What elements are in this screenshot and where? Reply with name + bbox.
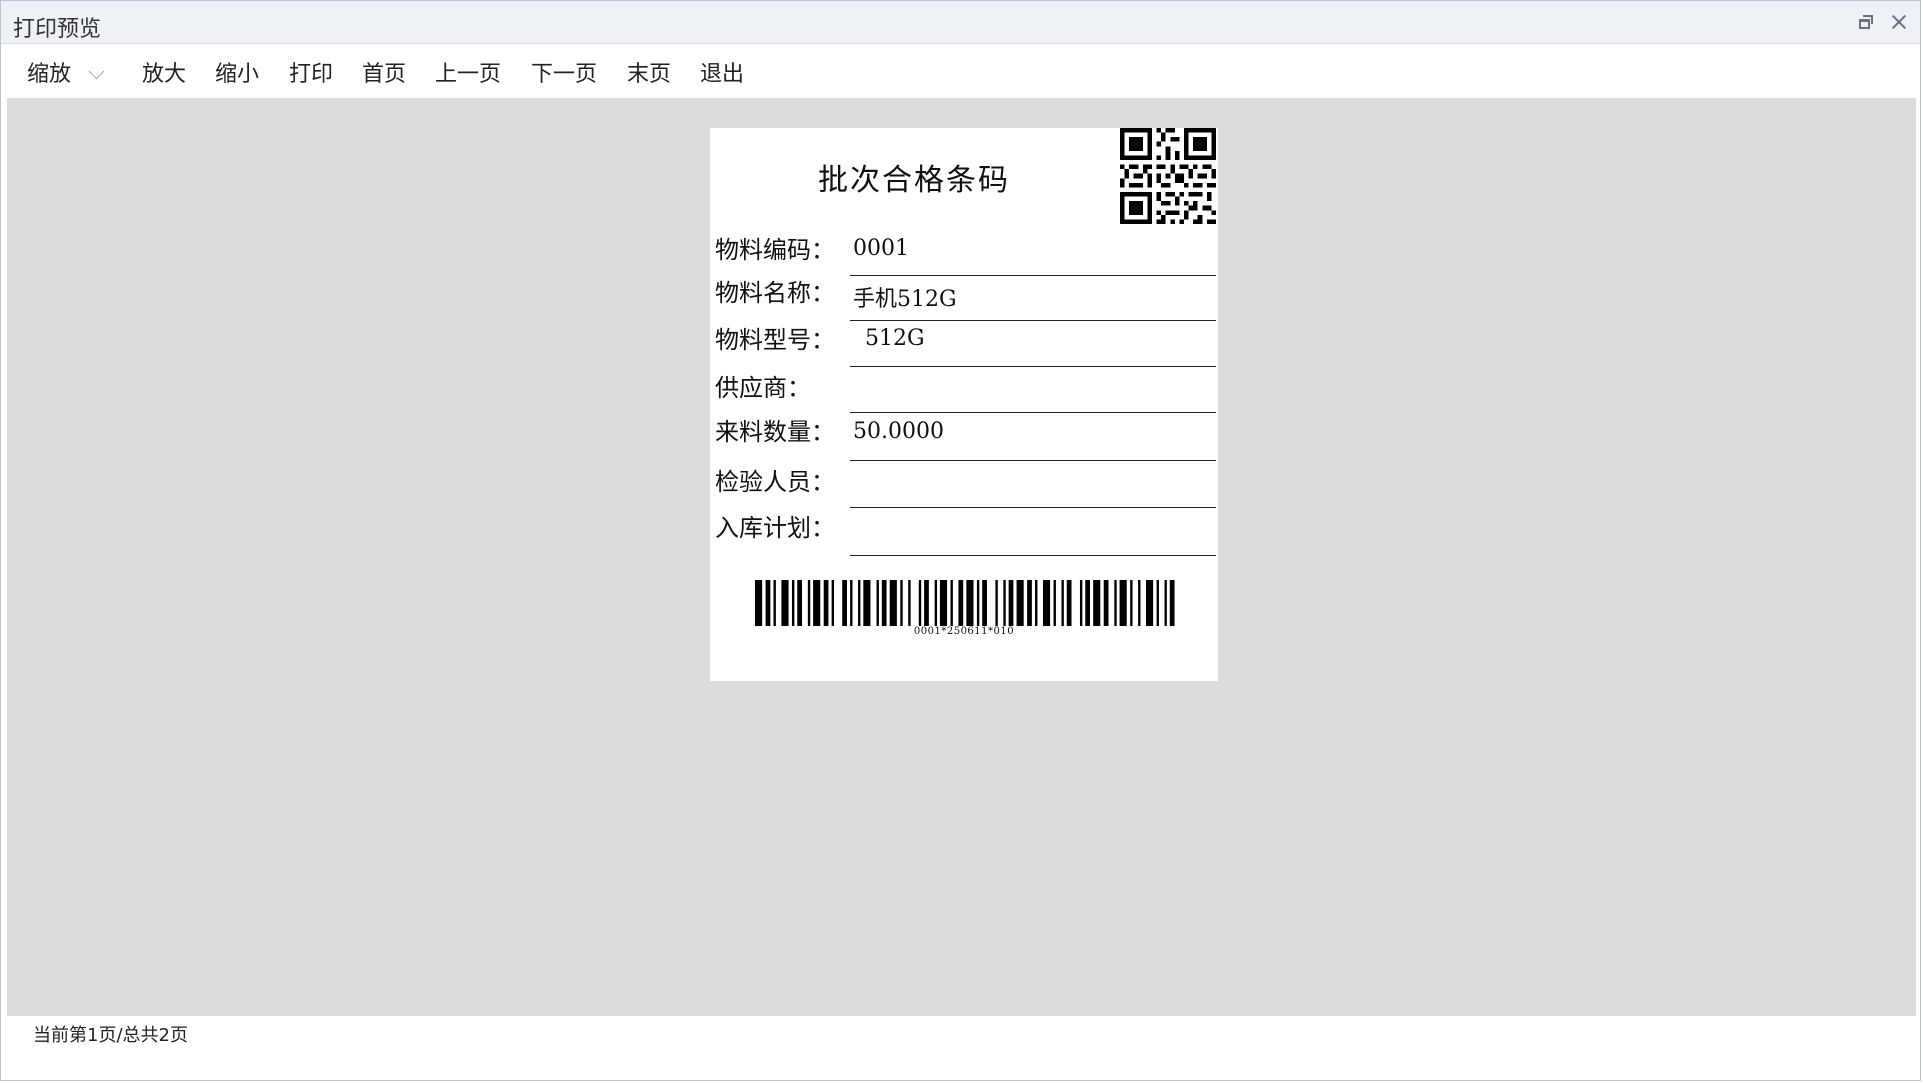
label-page: 批次合格条码 物料编码： 0001 物料名称： 手机512G 物料型号： 512… bbox=[710, 128, 1218, 681]
qr-code bbox=[1120, 128, 1216, 224]
zoom-label: 缩放 bbox=[27, 62, 72, 87]
label-title: 批次合格条码 bbox=[818, 163, 1010, 198]
zoom-out-button[interactable]: 缩小 bbox=[215, 56, 259, 88]
print-button[interactable]: 打印 bbox=[289, 56, 333, 88]
window-title: 打印预览 bbox=[13, 17, 102, 42]
title-bar: 打印预览 bbox=[1, 1, 1920, 44]
first-page-button[interactable]: 首页 bbox=[362, 56, 406, 88]
prev-page-button[interactable]: 上一页 bbox=[435, 56, 501, 88]
chevron-down-icon[interactable] bbox=[88, 63, 105, 80]
field-value-incoming-quantity: 50.0000 bbox=[853, 419, 944, 444]
field-label-material-model: 物料型号： bbox=[715, 326, 835, 354]
barcode-text: 0001*250611*010 bbox=[913, 626, 1015, 637]
field-underline bbox=[850, 507, 1216, 508]
field-underline bbox=[850, 320, 1216, 321]
window-controls bbox=[1849, 11, 1910, 35]
field-label-incoming-quantity: 来料数量： bbox=[715, 418, 835, 446]
restore-icon[interactable] bbox=[1855, 11, 1877, 33]
last-page-button[interactable]: 末页 bbox=[627, 56, 671, 88]
print-preview-window: 打印预览 缩放 放大 缩小 打印 首页 上一页 下一页 末页 退出 批次合格条码 bbox=[0, 0, 1921, 1081]
exit-button[interactable]: 退出 bbox=[700, 56, 744, 88]
field-underline bbox=[850, 555, 1216, 556]
field-label-storage-plan: 入库计划： bbox=[715, 514, 835, 542]
field-underline bbox=[850, 366, 1216, 367]
field-label-material-name: 物料名称： bbox=[715, 279, 835, 307]
next-page-button[interactable]: 下一页 bbox=[531, 56, 597, 88]
field-underline bbox=[850, 275, 1216, 276]
zoom-select[interactable]: 缩放 bbox=[27, 56, 105, 88]
field-underline bbox=[850, 412, 1216, 413]
toolbar: 缩放 放大 缩小 打印 首页 上一页 下一页 末页 退出 bbox=[1, 44, 1920, 98]
field-label-material-code: 物料编码： bbox=[715, 236, 835, 264]
status-bar: 当前第1页/总共2页 bbox=[1, 1016, 1920, 1080]
page-indicator: 当前第1页/总共2页 bbox=[33, 1025, 188, 1046]
field-label-supplier: 供应商： bbox=[715, 374, 811, 402]
field-value-material-model: 512G bbox=[865, 326, 925, 351]
field-label-inspector: 检验人员： bbox=[715, 468, 835, 496]
zoom-in-button[interactable]: 放大 bbox=[142, 56, 186, 88]
field-value-material-name: 手机512G bbox=[853, 287, 957, 312]
field-value-material-code: 0001 bbox=[853, 236, 909, 261]
preview-area[interactable]: 批次合格条码 物料编码： 0001 物料名称： 手机512G 物料型号： 512… bbox=[7, 98, 1916, 1016]
field-underline bbox=[850, 460, 1216, 461]
barcode bbox=[755, 580, 1175, 626]
close-icon[interactable] bbox=[1888, 11, 1910, 33]
